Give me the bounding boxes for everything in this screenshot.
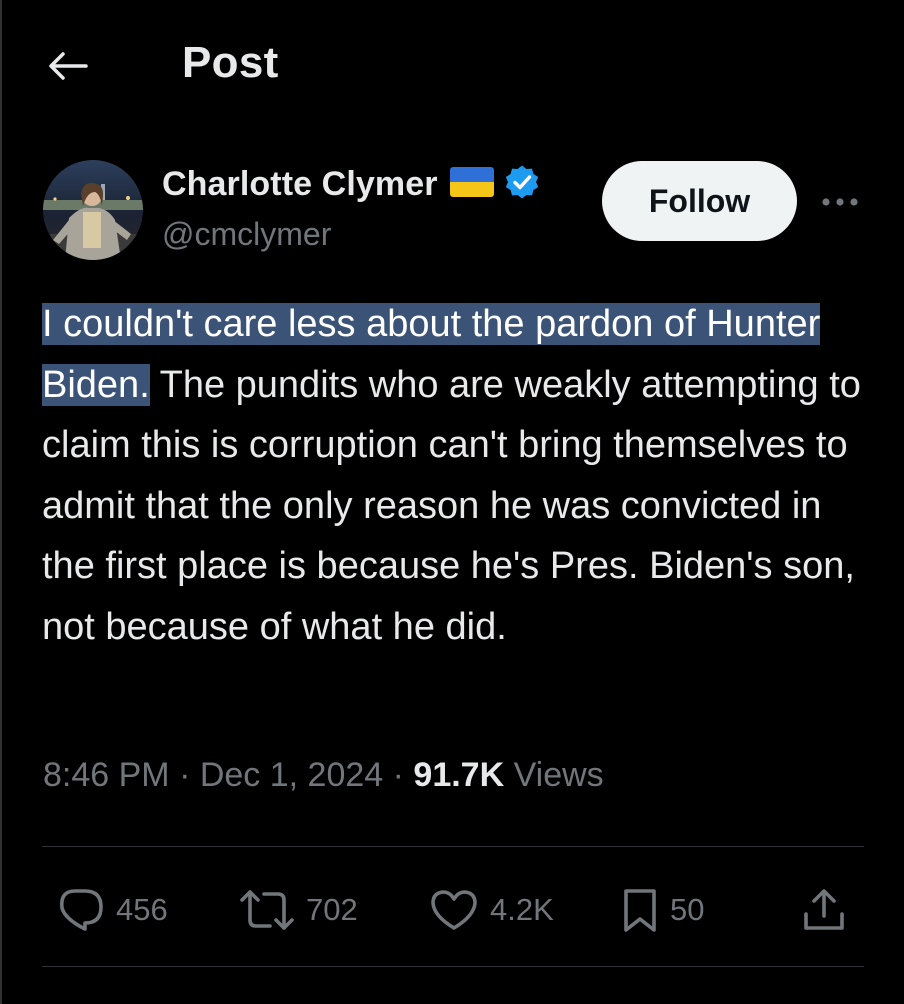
heart-icon — [431, 890, 477, 930]
tweet-time[interactable]: 8:46 PM — [43, 756, 170, 794]
tweet-body-text: The pundits who are weakly attempting to… — [42, 363, 861, 648]
more-dots-icon — [822, 198, 858, 206]
author-name[interactable]: Charlotte Clymer — [162, 165, 438, 204]
bookmark-count: 50 — [670, 892, 705, 927]
back-arrow-icon — [49, 52, 88, 80]
more-options-button[interactable] — [815, 182, 865, 222]
author-handle[interactable]: @cmclymer — [162, 216, 331, 253]
share-icon — [804, 889, 844, 930]
tweet-meta: 8:46 PM · Dec 1, 2024 · 91.7K Views — [43, 756, 604, 795]
action-bar: 456 702 4.2K 50 — [0, 870, 904, 950]
header: Post — [0, 0, 904, 130]
back-button[interactable] — [44, 44, 92, 88]
author-name-row: Charlotte Clymer — [162, 164, 540, 205]
avatar[interactable] — [43, 160, 143, 260]
meta-separator: · — [169, 756, 200, 794]
bookmark-button[interactable]: 50 — [620, 870, 704, 950]
repost-count: 702 — [306, 892, 358, 927]
verified-badge-icon[interactable] — [504, 164, 540, 205]
follow-button[interactable]: Follow — [602, 161, 797, 241]
left-border — [0, 0, 2, 1004]
page-title: Post — [182, 38, 279, 87]
reply-icon — [59, 889, 103, 931]
repost-icon — [240, 890, 294, 930]
bookmark-icon — [624, 889, 656, 932]
like-count: 4.2K — [490, 892, 554, 927]
reply-count: 456 — [116, 892, 168, 927]
repost-button[interactable]: 702 — [238, 870, 358, 950]
divider-bottom — [42, 966, 864, 967]
tweet-text: I couldn't care less about the pardon of… — [42, 294, 872, 657]
divider-top — [42, 846, 864, 847]
share-button[interactable] — [800, 870, 848, 950]
views-count: 91.7K — [413, 756, 505, 794]
like-button[interactable]: 4.2K — [428, 870, 554, 950]
ukraine-flag-icon — [449, 167, 494, 202]
views-label: Views — [504, 756, 604, 794]
avatar-image — [43, 160, 143, 260]
meta-separator-2: · — [383, 756, 414, 794]
tweet-date[interactable]: Dec 1, 2024 — [200, 756, 383, 794]
reply-button[interactable]: 456 — [54, 870, 168, 950]
